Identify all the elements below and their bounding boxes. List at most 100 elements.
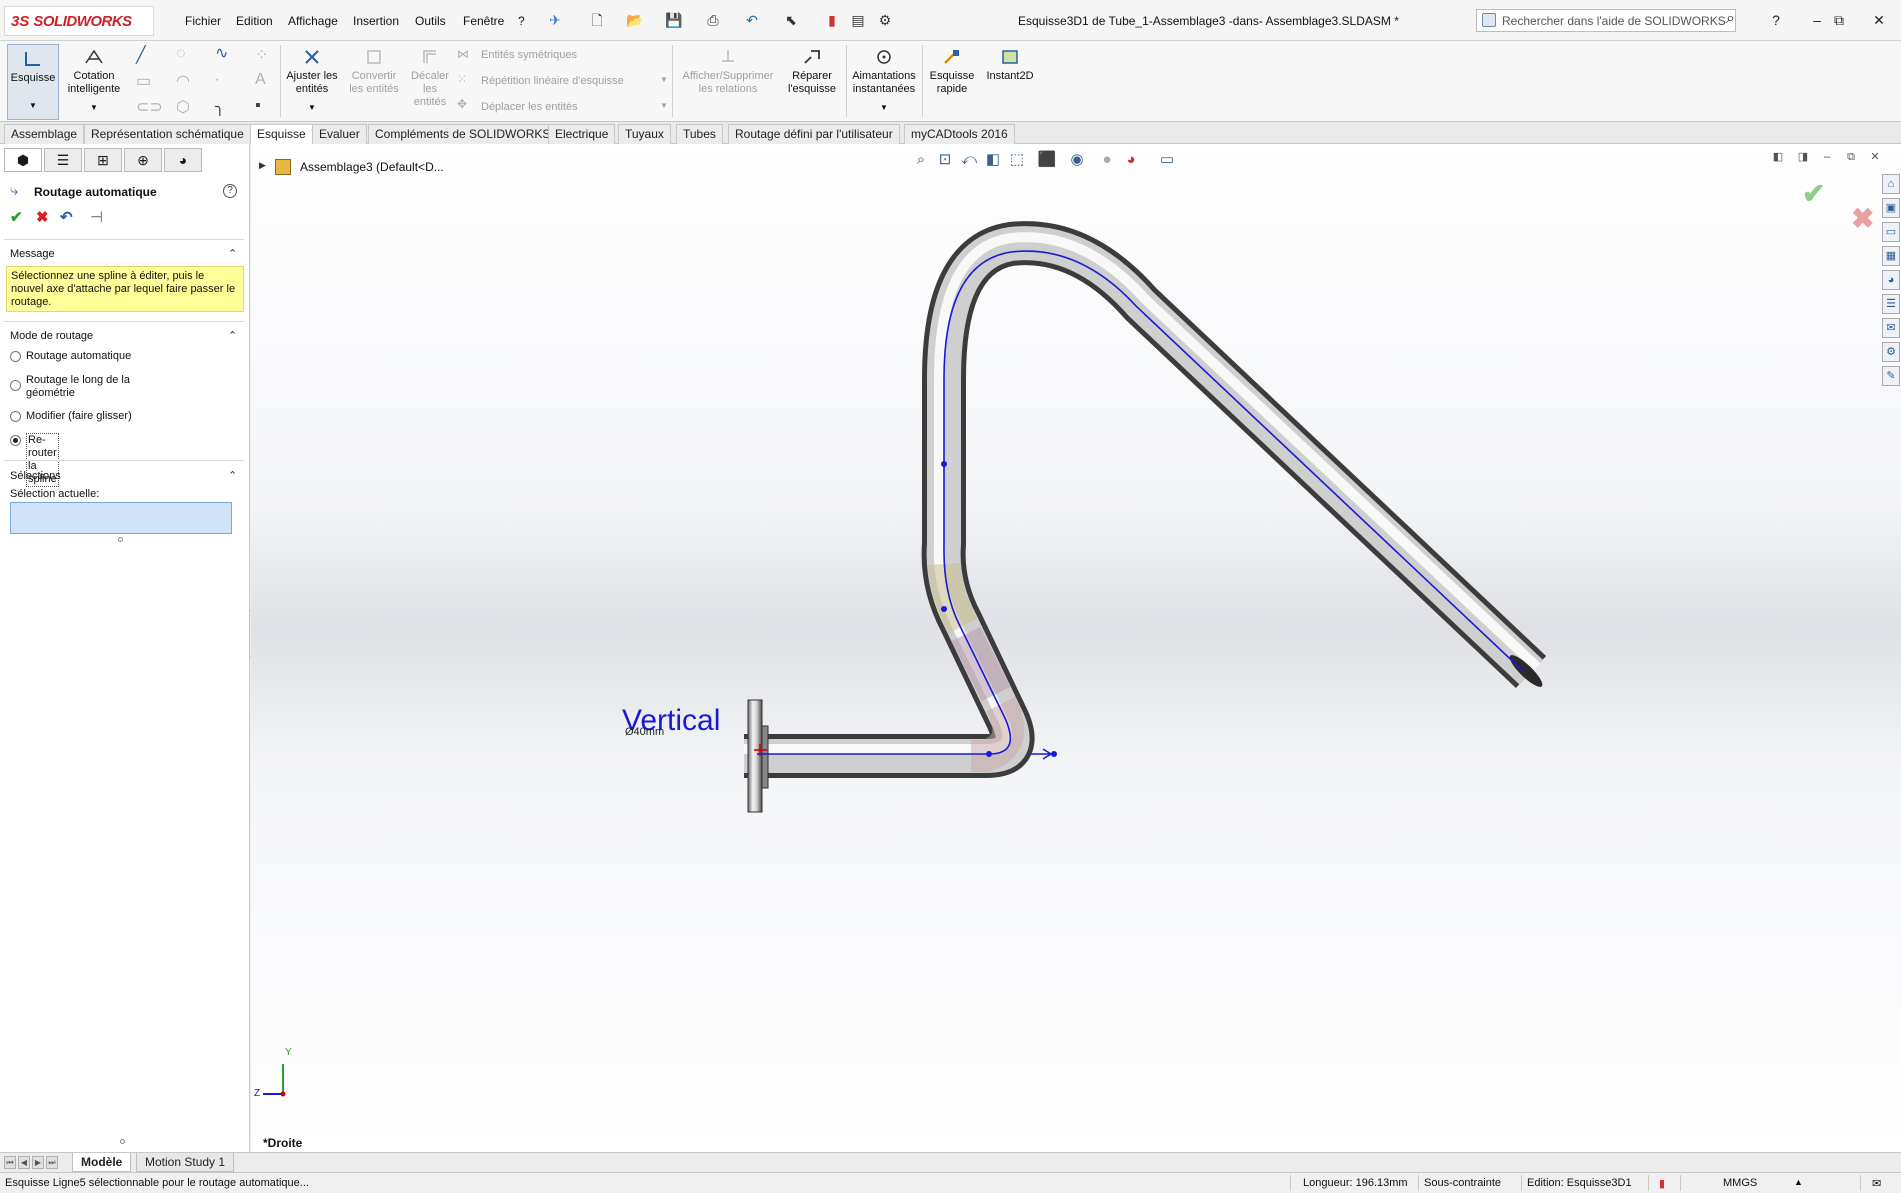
tab-tuyaux[interactable]: Tuyaux [618,124,671,144]
add-in-icon[interactable]: ⚙ [1882,342,1900,362]
selections-collapse-icon[interactable]: ⌃ [228,469,237,482]
slot-tool-icon[interactable]: ⊂⊃ [136,97,163,117]
last-tab-icon[interactable]: ⏭ [46,1156,58,1169]
section-view-icon[interactable]: ◧ [983,150,1003,170]
instant2d-button[interactable]: Instant2D [980,47,1040,83]
decaler-entites-button[interactable]: Décaler les entités [408,47,452,109]
afficher-relations-button[interactable]: Afficher/Supprimer les relations [678,47,778,96]
solidworks-logo[interactable]: 3S SOLIDWORKS [4,6,154,36]
tree-expand-icon[interactable]: ▶ [259,160,266,171]
fillet-tool-icon[interactable]: ╮ [215,97,225,117]
spline-point[interactable] [986,751,992,757]
viewport-expand-left-icon[interactable]: ◧ [1771,150,1785,164]
view-settings-icon[interactable]: ▭ [1157,150,1177,170]
file-properties-icon[interactable]: ▤ [849,11,867,29]
message-collapse-icon[interactable]: ⌃ [228,247,237,260]
circle-tool-icon[interactable]: ◌ [176,45,186,63]
configuration-tab-icon[interactable]: ⊞ [84,148,122,172]
point-grid-icon[interactable]: ▪ [255,97,261,115]
open-folder-icon[interactable]: 📂 [626,11,644,29]
polygon-tool-icon[interactable]: ⬡ [176,97,190,117]
help-question-icon[interactable]: ? [1765,10,1787,30]
rebuild-indicator-icon[interactable]: ▮ [1659,1177,1665,1190]
text-tool-icon[interactable]: A [255,71,266,89]
pin-icon[interactable]: ✈ [546,11,564,29]
esquisse-dropdown-icon[interactable]: ▼ [8,99,58,112]
confirmation-cancel-icon[interactable]: ✖ [1851,202,1874,235]
pushpin-icon[interactable]: ⊣ [90,208,103,226]
tab-esquisse[interactable]: Esquisse [250,124,313,144]
apply-scene-icon[interactable]: ◕ [1121,150,1141,170]
viewport-close-icon[interactable]: ✕ [1868,150,1882,164]
display-manager-tab-icon[interactable]: ◕ [164,148,202,172]
repetition-lineaire-item[interactable]: Répétition linéaire d'esquisse [481,75,624,87]
aimantations-dropdown-icon[interactable]: ▼ [850,101,918,114]
deplacer-entites-item[interactable]: Déplacer les entités [481,101,578,113]
spline-tool-icon[interactable]: ∿ [215,43,228,63]
save-icon[interactable]: 💾 [665,11,683,29]
ajuster-dropdown-icon[interactable]: ▼ [284,101,340,114]
status-units[interactable]: MMGS [1723,1177,1757,1189]
mode-collapse-icon[interactable]: ⌃ [228,329,237,342]
restore-icon[interactable]: ⧉ [1828,10,1850,30]
close-icon[interactable]: ✕ [1868,10,1890,30]
zoom-to-area-icon[interactable]: ⊡ [935,150,955,170]
ajuster-entites-button[interactable]: Ajuster les entités ▼ [284,47,340,114]
menu-help[interactable]: ? [518,14,525,28]
tab-electrique[interactable]: Electrique [548,124,616,144]
cancel-x-icon[interactable]: ✖ [36,208,49,226]
new-document-icon[interactable]: 🗋 [588,11,606,29]
rectangle-tool-icon[interactable]: ▭ [136,71,151,91]
tab-tubes[interactable]: Tubes [676,124,723,144]
resources-home-icon[interactable]: ⌂ [1882,174,1900,194]
ok-check-icon[interactable]: ✔ [10,208,23,226]
previous-view-icon[interactable]: ⤺ [959,150,979,170]
view-orientation-icon[interactable]: ⬚ [1007,150,1027,170]
tab-complements[interactable]: Compléments de SOLIDWORKS [368,124,558,144]
help-search-input[interactable]: Rechercher dans l'aide de SOLIDWORKS [1476,9,1736,32]
radio-button[interactable] [10,380,21,391]
viewport-expand-right-icon[interactable]: ◨ [1796,150,1810,164]
next-tab-icon[interactable]: ▶ [32,1156,44,1169]
view-palette-icon[interactable]: ▦ [1882,246,1900,266]
confirmation-ok-icon[interactable]: ✔ [1802,177,1825,210]
help-icon[interactable]: ? [223,184,237,198]
select-cursor-icon[interactable]: ⬉ [782,11,800,29]
spline-point[interactable] [941,606,947,612]
tab-motion-study[interactable]: Motion Study 1 [136,1153,235,1172]
minimize-icon[interactable]: – [1806,10,1828,30]
edit-appearance-icon[interactable]: ● [1097,150,1117,170]
menu-outils[interactable]: Outils [415,14,446,28]
point-tool-icon[interactable]: ∙ [215,71,219,89]
display-style-icon[interactable]: ⬛ [1037,150,1057,170]
menu-edition[interactable]: Edition [236,14,273,28]
tab-routage-utilisateur[interactable]: Routage défini par l'utilisateur [728,124,900,144]
graphics-viewport[interactable]: Vertical Ø40mm ▶ Assemblage3 (Default<D.… [251,144,1901,1152]
feature-tree-tab-icon[interactable]: ☰ [44,148,82,172]
property-manager-tab-icon[interactable]: ⬢ [4,148,42,172]
convertir-entites-button[interactable]: Convertir les entités [344,47,404,96]
selection-listbox[interactable] [10,502,232,534]
tab-assemblage[interactable]: Assemblage [4,124,85,144]
cotation-dropdown-icon[interactable]: ▼ [64,101,124,114]
tab-modele[interactable]: Modèle [72,1153,132,1172]
tab-mycadtools[interactable]: myCADtools 2016 [904,124,1015,144]
mycadtools-pane-icon[interactable]: ✎ [1882,366,1900,386]
hide-show-items-icon[interactable]: ◉ [1067,150,1087,170]
appearances-icon[interactable]: ◕ [1882,270,1900,290]
tube-model-scene[interactable] [251,144,1901,1152]
first-tab-icon[interactable]: ⏮ [4,1156,16,1169]
design-library-icon[interactable]: ▣ [1882,198,1900,218]
aimantations-instantanees-button[interactable]: Aimantations instantanées ▼ [850,47,918,114]
tab-evaluer[interactable]: Evaluer [312,124,367,144]
grid-tool-icon[interactable]: ⁘ [255,45,268,65]
menu-fenetre[interactable]: Fenêtre [463,14,504,28]
resize-handle[interactable] [118,537,123,542]
deplacer-dropdown-icon[interactable]: ▼ [660,101,668,110]
traffic-light-icon[interactable]: ▮ [823,11,841,29]
menu-fichier[interactable]: Fichier [185,14,221,28]
undo-icon[interactable]: ↶ [60,208,73,226]
search-icon[interactable]: ⌕ [1726,10,1735,28]
dimxpert-tab-icon[interactable]: ⊕ [124,148,162,172]
viewport-restore-icon[interactable]: ⧉ [1844,150,1858,164]
